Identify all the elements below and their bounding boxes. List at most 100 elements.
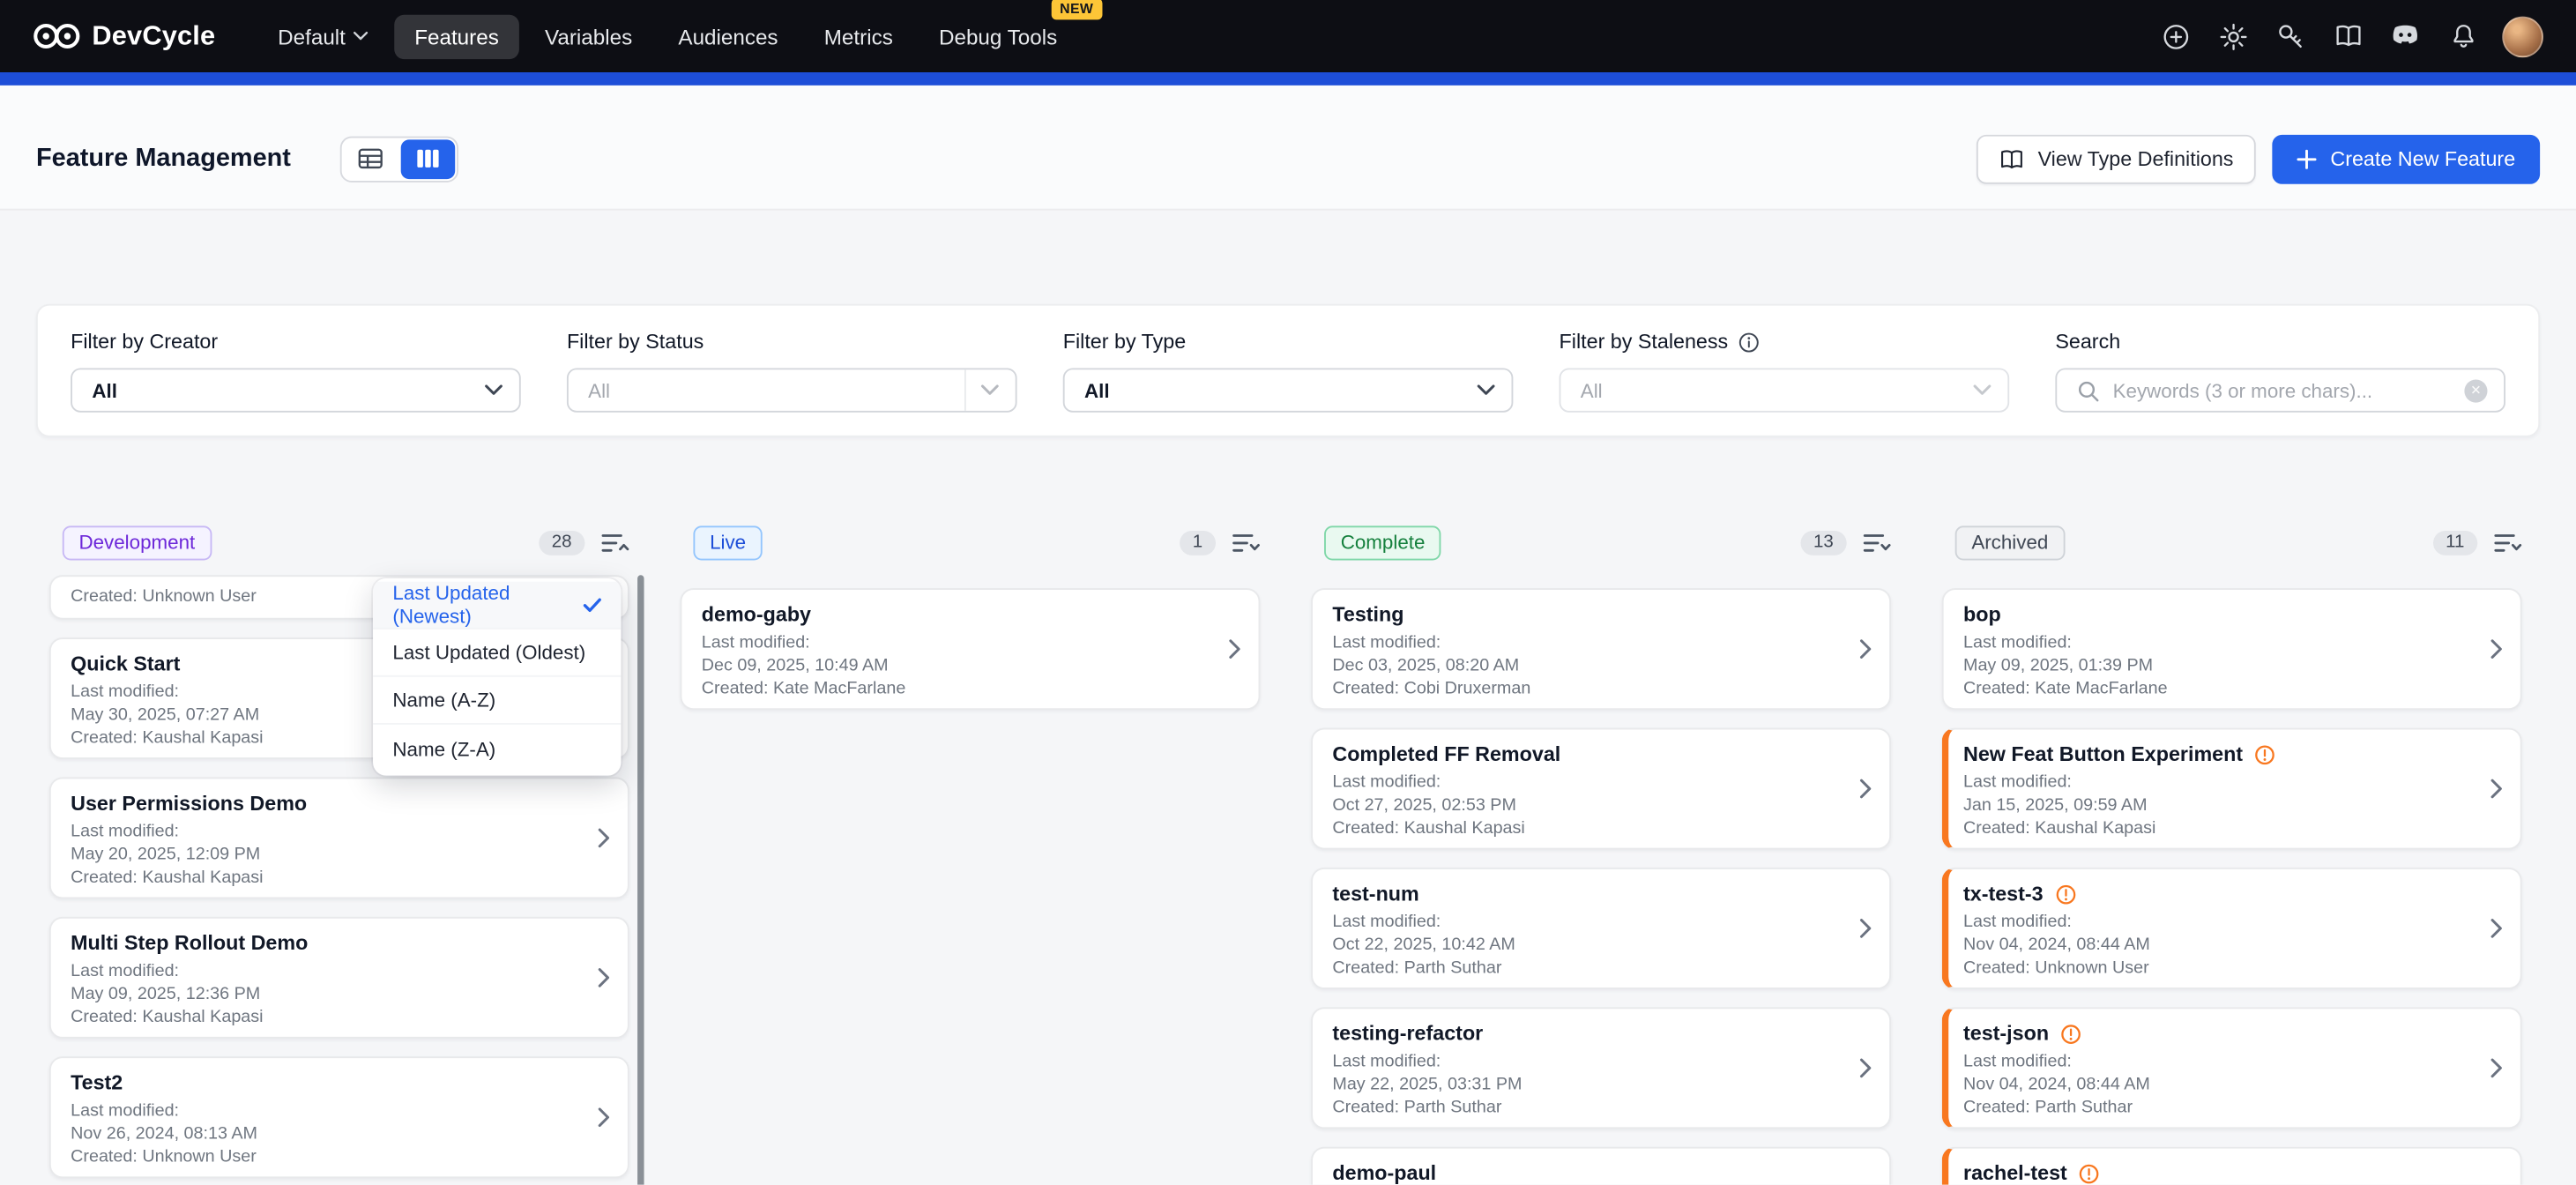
table-view-icon <box>358 148 383 169</box>
nav-item-audiences[interactable]: Audiences <box>659 14 798 58</box>
sort-option[interactable]: Name (A-Z) <box>373 677 621 725</box>
feature-card[interactable]: bopLast modified:May 09, 2025, 01:39 PMC… <box>1942 588 2522 710</box>
sort-button[interactable] <box>601 532 629 553</box>
kanban-view-button[interactable] <box>401 138 455 178</box>
settings-gear-icon[interactable] <box>2215 18 2251 54</box>
feature-card[interactable]: rachel-test <box>1942 1147 2522 1185</box>
card-title: testing-refactor <box>1332 1022 1483 1045</box>
feature-card[interactable]: User Permissions DemoLast modified:May 2… <box>49 777 629 898</box>
devcycle-app: DevCycle Default Features Variables Audi… <box>0 0 2576 1185</box>
feature-card[interactable]: Test2Last modified:Nov 26, 2024, 08:13 A… <box>49 1056 629 1178</box>
card-created: Created: Parth Suthar <box>1332 957 1846 980</box>
card-title: Testing <box>1332 603 1403 626</box>
chevron-right-icon <box>1229 639 1240 659</box>
card-created: Created: Parth Suthar <box>1963 1096 2477 1119</box>
card-title: demo-paul <box>1332 1162 1436 1185</box>
devcycle-logo[interactable]: DevCycle <box>33 20 215 51</box>
nav-item-features[interactable]: Features <box>395 14 518 58</box>
card-modified-label: Last modified: <box>1332 910 1846 933</box>
status-select-value: All <box>588 379 610 402</box>
discord-icon[interactable] <box>2387 18 2423 54</box>
nav-item-variables[interactable]: Variables <box>525 14 652 58</box>
add-circle-icon[interactable] <box>2157 18 2193 54</box>
creator-select[interactable]: All <box>71 368 521 412</box>
chevron-right-icon <box>2490 919 2502 938</box>
feature-card[interactable]: demo-paul <box>1311 1147 1891 1185</box>
sort-option-label: Last Updated (Oldest) <box>392 641 585 664</box>
card-title-row: Multi Step Rollout Demo <box>71 932 584 955</box>
card-title-row: Test2 <box>71 1071 584 1094</box>
filter-staleness-label: Filter by Staleness <box>1560 331 2010 354</box>
card-list: TestingLast modified:Dec 03, 2025, 08:20… <box>1311 588 1891 1184</box>
feature-card[interactable]: tx-test-3Last modified:Nov 04, 2024, 08:… <box>1942 868 2522 989</box>
nav-item-metrics[interactable]: Metrics <box>804 14 912 58</box>
sort-button[interactable] <box>1863 532 1891 553</box>
staleness-select-value: All <box>1581 379 1603 402</box>
list-view-button[interactable] <box>344 138 398 178</box>
documentation-book-icon[interactable] <box>2330 18 2366 54</box>
status-select[interactable]: All <box>567 368 1017 412</box>
card-modified-date: Nov 26, 2024, 08:13 AM <box>71 1122 584 1145</box>
header-actions: View Type Definitions Create New Feature <box>1977 134 2541 183</box>
column-live: Live1demo-gabyLast modified:Dec 09, 2025… <box>681 523 1261 1185</box>
type-select[interactable]: All <box>1063 368 1514 412</box>
card-title-row: demo-gaby <box>702 603 1216 626</box>
column-archived: Archived11bopLast modified:May 09, 2025,… <box>1942 523 2522 1185</box>
card-modified-date: May 20, 2025, 12:09 PM <box>71 843 584 866</box>
feature-card[interactable]: TestingLast modified:Dec 03, 2025, 08:20… <box>1311 588 1891 710</box>
card-title-row: Testing <box>1332 603 1846 626</box>
filter-type: Filter by Type All <box>1063 331 1514 436</box>
view-type-definitions-button[interactable]: View Type Definitions <box>1977 134 2257 183</box>
card-modified-label: Last modified: <box>1332 771 1846 794</box>
card-modified-label: Last modified: <box>1332 631 1846 654</box>
sort-option[interactable]: Last Updated (Newest) <box>373 582 621 630</box>
project-selector-label: Default <box>278 24 346 48</box>
filter-creator: Filter by Creator All <box>71 331 521 436</box>
count-badge: 13 <box>1800 530 1847 555</box>
filter-staleness-text: Filter by Staleness <box>1560 331 1729 354</box>
column-scrollbar[interactable] <box>637 575 644 1184</box>
chevron-right-icon <box>598 1107 609 1127</box>
card-created: Created: Kate MacFarlane <box>1963 677 2477 700</box>
chevron-right-icon <box>2490 1058 2502 1077</box>
sort-button[interactable] <box>2494 532 2522 553</box>
card-modified-date: Oct 27, 2025, 02:53 PM <box>1332 794 1846 816</box>
staleness-select[interactable]: All <box>1560 368 2010 412</box>
card-created: Created: Unknown User <box>1963 957 2477 980</box>
api-keys-icon[interactable] <box>2272 18 2308 54</box>
card-title-row: testing-refactor <box>1332 1022 1846 1045</box>
kanban-view-icon <box>416 148 441 169</box>
nav-item-debug-tools[interactable]: Debug Tools NEW <box>919 14 1077 58</box>
feature-card[interactable]: testing-refactorLast modified:May 22, 20… <box>1311 1007 1891 1129</box>
search-input[interactable]: Keywords (3 or more chars)... ✕ <box>2055 368 2505 412</box>
card-modified-label: Last modified: <box>1332 1050 1846 1073</box>
card-title-row: test-num <box>1332 883 1846 906</box>
user-avatar-icon[interactable] <box>2502 16 2543 57</box>
sort-option[interactable]: Last Updated (Oldest) <box>373 630 621 677</box>
feature-card[interactable]: demo-gabyLast modified:Dec 09, 2025, 10:… <box>681 588 1261 710</box>
top-navbar: DevCycle Default Features Variables Audi… <box>0 0 2576 72</box>
card-created: Created: Kaushal Kapasi <box>1332 816 1846 839</box>
card-modified-date: Jan 15, 2025, 09:59 AM <box>1963 794 2477 816</box>
info-icon[interactable] <box>1738 332 1759 353</box>
feature-card[interactable]: Multi Step Rollout DemoLast modified:May… <box>49 917 629 1039</box>
notifications-bell-icon[interactable] <box>2445 18 2481 54</box>
feature-card[interactable]: Completed FF RemovalLast modified:Oct 27… <box>1311 728 1891 850</box>
feature-card[interactable]: test-jsonLast modified:Nov 04, 2024, 08:… <box>1942 1007 2522 1129</box>
navbar-icons <box>2157 16 2543 57</box>
view-type-definitions-label: View Type Definitions <box>2038 147 2234 170</box>
sort-button[interactable] <box>1232 532 1261 553</box>
card-modified-label: Last modified: <box>1963 1050 2477 1073</box>
card-modified-date: May 09, 2025, 01:39 PM <box>1963 654 2477 677</box>
stale-warning-icon <box>2055 883 2076 905</box>
sort-option[interactable]: Name (Z-A) <box>373 725 621 772</box>
card-title: User Permissions Demo <box>71 792 307 815</box>
project-selector[interactable]: Default <box>258 14 389 58</box>
card-created: Created: Kaushal Kapasi <box>1963 816 2477 839</box>
card-modified-date: Dec 09, 2025, 10:49 AM <box>702 654 1216 677</box>
feature-card[interactable]: New Feat Button ExperimentLast modified:… <box>1942 728 2522 850</box>
card-title-row: rachel-test <box>1963 1162 2477 1185</box>
create-new-feature-button[interactable]: Create New Feature <box>2273 134 2540 183</box>
feature-card[interactable]: test-numLast modified:Oct 22, 2025, 10:4… <box>1311 868 1891 989</box>
clear-search-icon[interactable]: ✕ <box>2464 379 2487 402</box>
